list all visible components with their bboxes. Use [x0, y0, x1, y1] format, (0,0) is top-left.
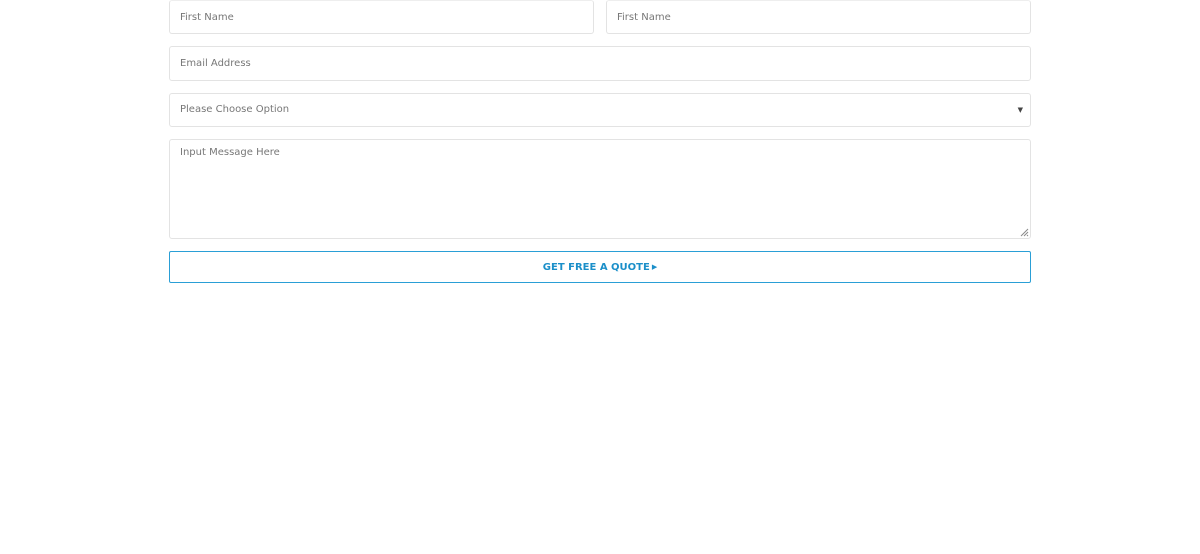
second-name-input[interactable]: [606, 0, 1031, 34]
caret-right-icon: ▶: [651, 262, 658, 271]
email-input[interactable]: [169, 46, 1031, 81]
option-select[interactable]: Please Choose Option ▼: [169, 93, 1031, 127]
message-textarea[interactable]: [169, 139, 1031, 239]
resize-grip-icon[interactable]: [1019, 227, 1029, 237]
triangle-down-icon: ▼: [1017, 106, 1023, 114]
get-quote-label: GET FREE A QUOTE: [542, 261, 650, 273]
option-select-value: Please Choose Option: [180, 104, 290, 115]
get-quote-button[interactable]: GET FREE A QUOTE ▶: [169, 251, 1031, 283]
first-name-input[interactable]: [169, 0, 594, 34]
